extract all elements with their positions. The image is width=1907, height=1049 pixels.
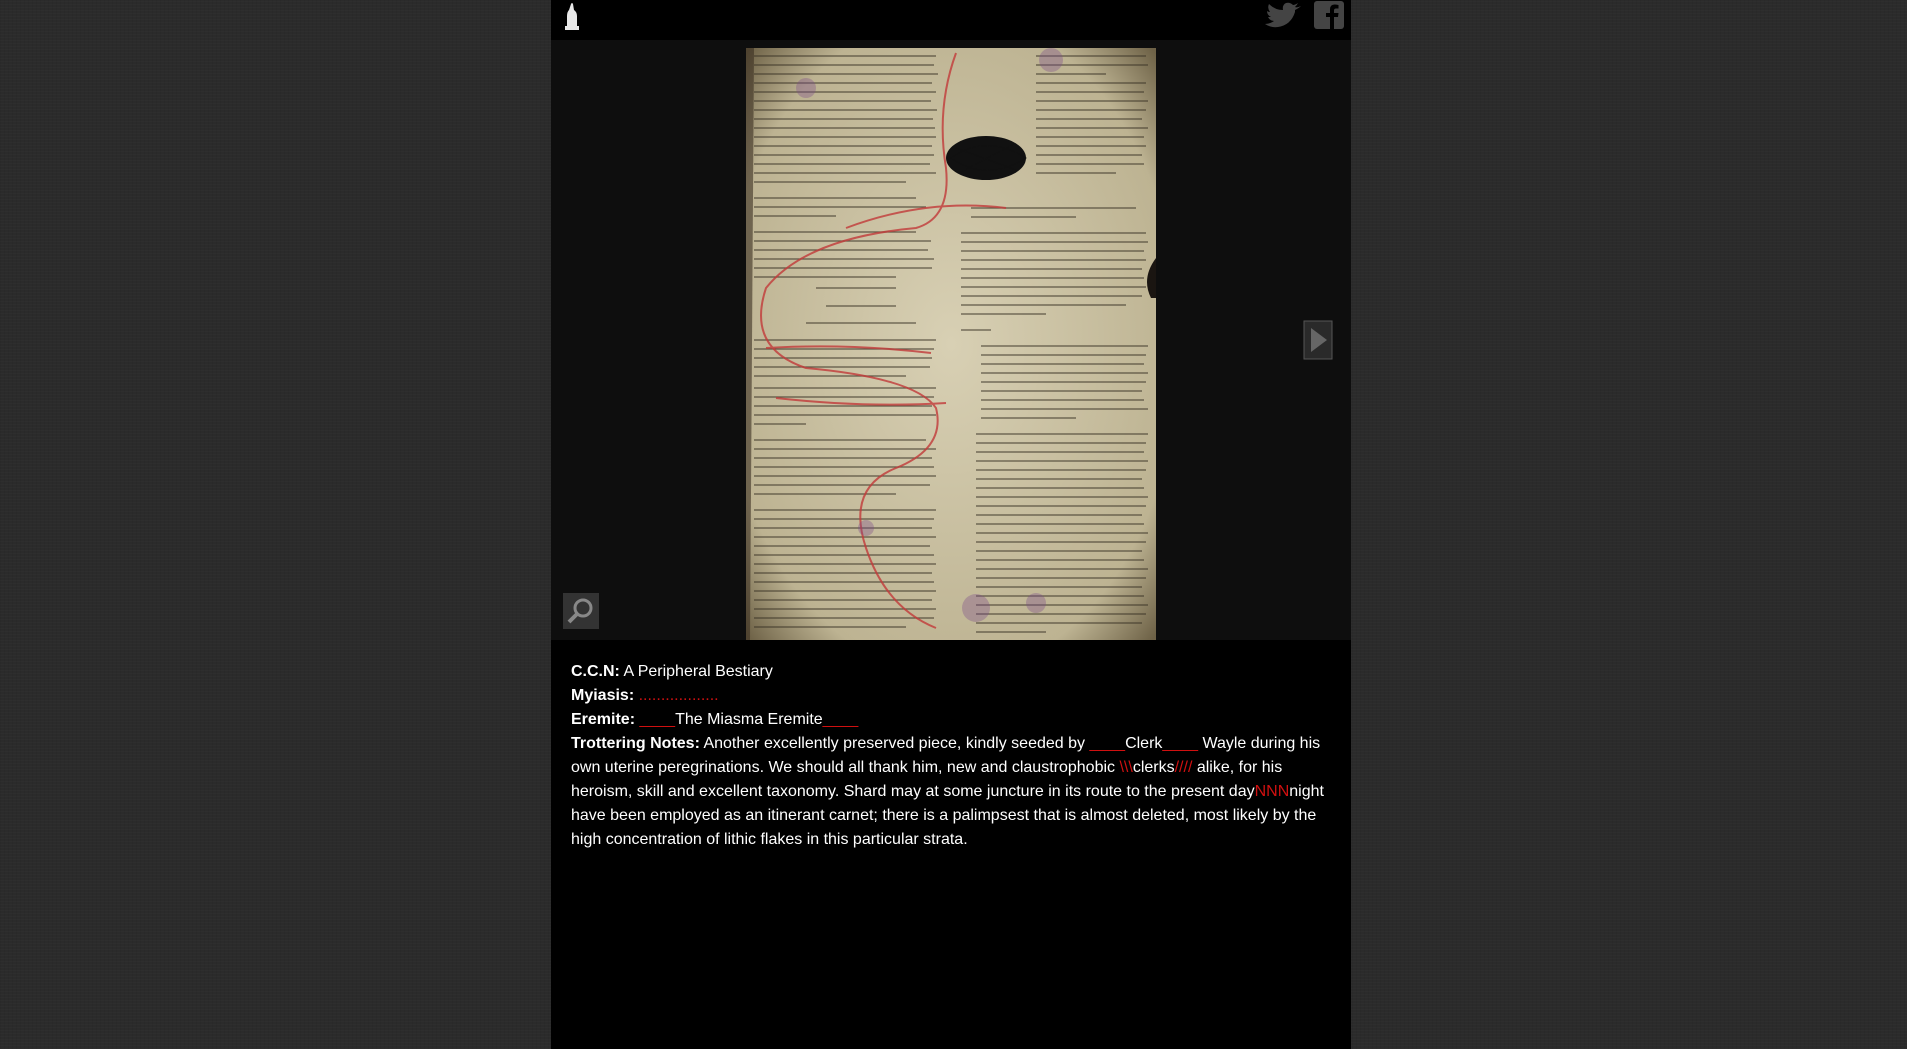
quill-hand-icon[interactable]	[559, 2, 585, 32]
ccn-value: A Peripheral Bestiary	[623, 663, 773, 680]
notes-nnn: NNN	[1254, 783, 1290, 800]
notes-slash-2: ////	[1174, 759, 1193, 776]
page-viewer	[551, 40, 1351, 640]
piece-details: C.C.N: A Peripheral Bestiary Myiasis: ..…	[571, 660, 1331, 852]
ccn-label: C.C.N:	[571, 663, 620, 680]
eremite-label: Eremite:	[571, 711, 636, 728]
manuscript-page-image[interactable]	[746, 48, 1156, 640]
myiasis-line: Myiasis: ..................	[571, 684, 1331, 708]
notes-text-1: Another excellently preserved piece, kin…	[703, 735, 1086, 752]
eremite-gap-before: ____	[639, 711, 676, 728]
notes-clerk: Clerk	[1125, 735, 1163, 752]
content-column: C.C.N: A Peripheral Bestiary Myiasis: ..…	[551, 0, 1351, 1049]
facebook-icon[interactable]	[1313, 0, 1345, 30]
myiasis-value: ..................	[638, 687, 719, 704]
eremite-gap-after: ____	[822, 711, 859, 728]
myiasis-label: Myiasis:	[571, 687, 635, 704]
eremite-value: The Miasma Eremite	[675, 711, 823, 728]
ccn-line: C.C.N: A Peripheral Bestiary	[571, 660, 1331, 684]
notes-label: Trottering Notes:	[571, 735, 700, 752]
top-bar	[551, 0, 1351, 40]
manuscript-page-drawing	[746, 48, 1156, 640]
notes-clerks: clerks	[1132, 759, 1175, 776]
twitter-icon[interactable]	[1263, 2, 1303, 28]
magnifier-icon[interactable]	[563, 593, 599, 629]
eremite-line: Eremite: ____The Miasma Eremite____	[571, 708, 1331, 732]
notes-slash-1: \\\	[1119, 759, 1133, 776]
trottering-notes: Trottering Notes: Another excellently pr…	[571, 732, 1331, 852]
notes-gap-2: ____	[1162, 735, 1198, 752]
notes-gap-1: ____	[1089, 735, 1126, 752]
play-arrow-icon[interactable]	[1303, 320, 1333, 360]
